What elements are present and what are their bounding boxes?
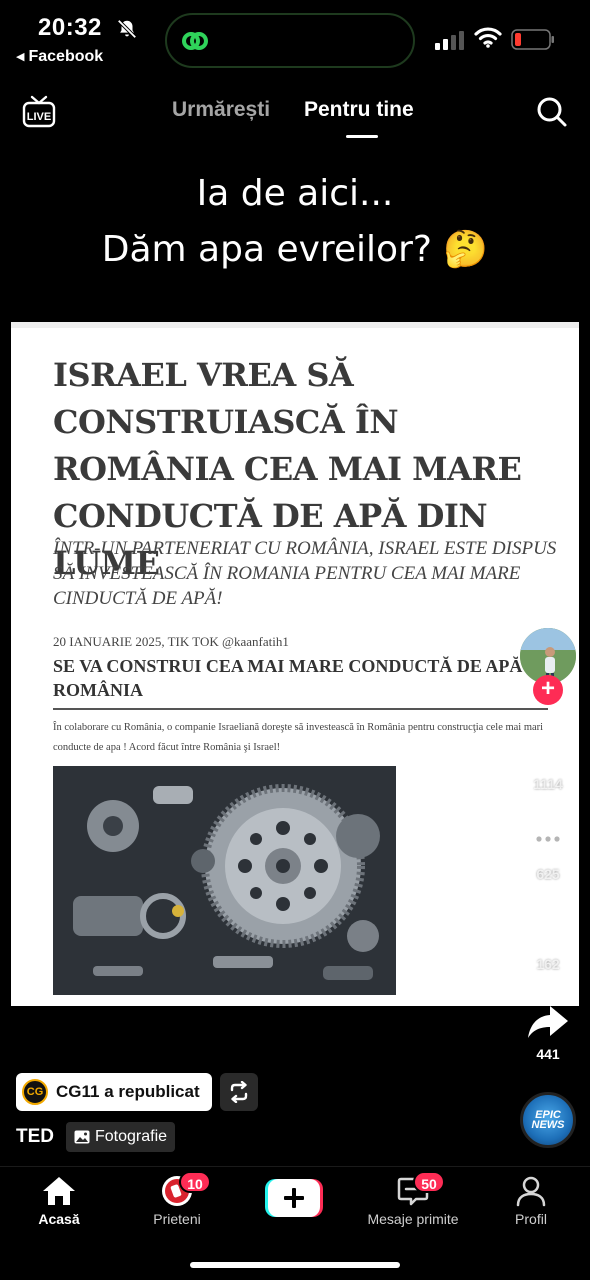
article-date: 20 IANUARIE 2025, TIK TOK @kaanfatih1 <box>53 634 289 649</box>
article-divider <box>53 708 548 710</box>
repost-button[interactable] <box>220 1073 258 1111</box>
article-subtitle: ÎNTR-UN PARTENERIAT CU ROMÂNIA, ISRAEL E… <box>53 538 557 609</box>
comment-button[interactable]: 625 <box>518 820 578 882</box>
comment-bubble-icon <box>528 823 568 860</box>
post-caption: Ia de aici... Dăm apa evreilor? 🤔 <box>0 166 590 278</box>
photo-icon <box>74 1130 90 1144</box>
follow-button[interactable]: + <box>533 675 563 705</box>
like-count: 1114 <box>533 776 563 792</box>
nav-profile[interactable]: Profil <box>481 1175 581 1227</box>
create-button[interactable] <box>265 1179 323 1217</box>
disc-text-line-2: NEWS <box>531 1119 565 1131</box>
caption-line-2: Dăm apa evreilor? 🤔 <box>101 229 489 270</box>
nav-inbox-label: Mesaje primite <box>367 1211 459 1227</box>
repost-icon <box>230 1081 248 1103</box>
back-to-app-link[interactable]: ◀ Facebook <box>16 48 103 66</box>
article-body: În colaborare cu România, o companie Isr… <box>53 722 544 753</box>
nav-friends[interactable]: 10 Prieteni <box>127 1171 227 1227</box>
tab-for-you[interactable]: Pentru tine <box>304 98 414 122</box>
post-author[interactable]: TED <box>16 1126 54 1148</box>
photo-mode-label: Fotografie <box>95 1128 168 1145</box>
dynamic-island[interactable] <box>165 13 415 68</box>
svg-text:LIVE: LIVE <box>27 111 51 123</box>
bookmark-icon <box>533 913 563 949</box>
mechanical-parts-photo <box>53 766 396 995</box>
photo-mode-tag[interactable]: Fotografie <box>66 1122 176 1152</box>
heart-icon <box>528 732 568 769</box>
wifi-icon <box>474 27 502 48</box>
share-arrow-icon <box>528 1006 568 1038</box>
back-app-label: Facebook <box>28 48 104 65</box>
sound-disc[interactable]: EPIC NEWS <box>520 1092 576 1148</box>
nav-inbox[interactable]: 50 Mesaje primite <box>363 1171 463 1227</box>
save-button[interactable]: 162 <box>518 910 578 972</box>
active-tab-indicator <box>346 135 378 138</box>
cellular-signal-icon <box>435 31 464 50</box>
bell-muted-icon <box>117 19 137 39</box>
battery-low-icon <box>511 29 554 50</box>
live-icon[interactable]: LIVE <box>22 94 56 128</box>
home-indicator[interactable] <box>190 1262 400 1268</box>
nav-home[interactable]: Acasă <box>9 1175 109 1227</box>
plus-icon <box>265 1179 323 1217</box>
repost-label: CG11 a republicat <box>56 1082 200 1101</box>
search-icon[interactable] <box>536 96 568 128</box>
share-button[interactable]: 441 <box>518 1002 578 1062</box>
comment-count: 625 <box>536 866 560 882</box>
share-count: 441 <box>536 1046 560 1062</box>
article-image[interactable]: ISRAEL VREA SĂ CONSTRUIASCĂ ÎN ROMÂNIA C… <box>11 322 579 1006</box>
friends-badge: 10 <box>179 1171 211 1193</box>
repost-chip[interactable]: CG CG11 a republicat <box>16 1073 212 1111</box>
tab-following[interactable]: Urmărești <box>172 98 270 122</box>
nav-home-label: Acasă <box>38 1211 80 1227</box>
nav-profile-label: Profil <box>515 1211 547 1227</box>
cg11-logo: CG <box>22 1079 48 1105</box>
article-heading: SE VA CONSTRUI CEA MAI MARE CONDUCTĂ DE … <box>53 656 547 700</box>
inbox-badge: 50 <box>413 1171 445 1193</box>
like-button[interactable]: 1114 <box>518 730 578 792</box>
caption-line-1: Ia de aici... <box>196 173 394 214</box>
back-triangle-icon: ◀ <box>16 51 25 63</box>
save-count: 162 <box>536 956 560 972</box>
status-time: 20:32 <box>38 14 102 41</box>
nav-friends-label: Prieteni <box>153 1211 201 1227</box>
link-activity-icon <box>182 32 208 50</box>
profile-icon <box>516 1176 546 1207</box>
home-icon <box>43 1177 75 1205</box>
